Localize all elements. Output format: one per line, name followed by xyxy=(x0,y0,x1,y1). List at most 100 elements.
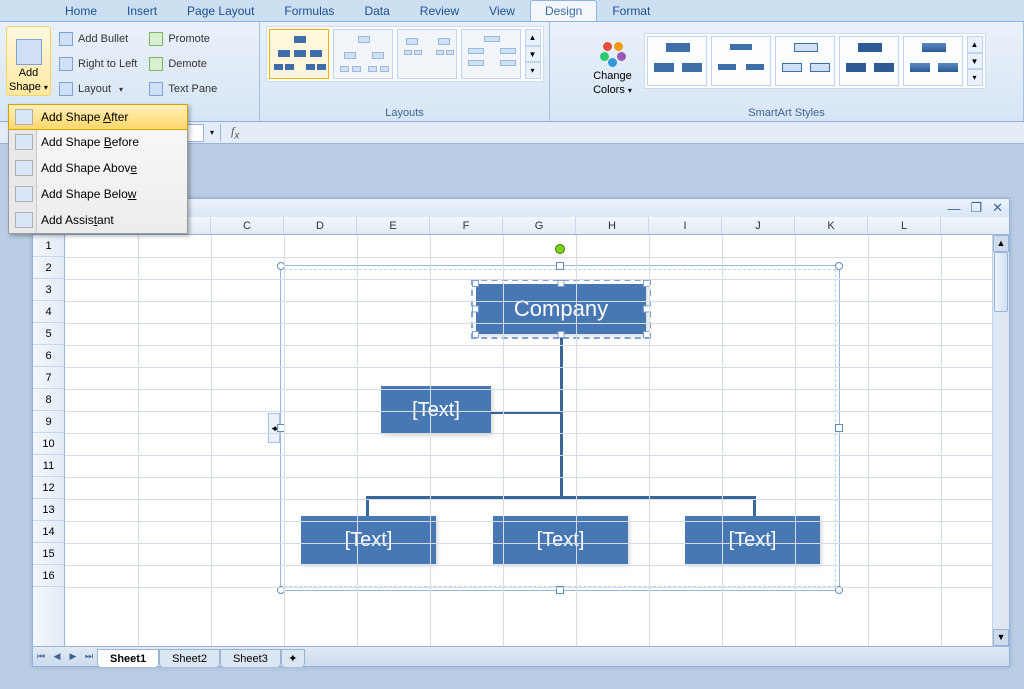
smartart-node-child[interactable]: [Text] xyxy=(685,516,820,564)
row-header[interactable]: 12 xyxy=(33,477,64,499)
row-header[interactable]: 3 xyxy=(33,279,64,301)
text-pane-button[interactable]: Text Pane xyxy=(145,78,221,100)
smartart-node-top[interactable]: Company xyxy=(476,284,646,334)
row-header[interactable]: 14 xyxy=(33,521,64,543)
promote-icon xyxy=(149,32,163,46)
resize-handle[interactable] xyxy=(835,424,843,432)
sheet-tab-3[interactable]: Sheet3 xyxy=(220,649,281,667)
win-close-icon[interactable]: ✕ xyxy=(992,200,1003,216)
formula-input[interactable] xyxy=(249,124,1024,142)
row-header[interactable]: 15 xyxy=(33,543,64,565)
gallery-scroll-up[interactable]: ▲ xyxy=(525,29,541,46)
add-shape-label-line1: Add xyxy=(19,67,39,79)
layout-thumb-4[interactable] xyxy=(461,29,521,79)
fx-icon[interactable]: fx xyxy=(220,124,249,141)
style-thumb-4[interactable] xyxy=(839,36,899,86)
style-thumb-1[interactable] xyxy=(647,36,707,86)
smartart-node-assistant[interactable]: [Text] xyxy=(381,386,491,434)
col-header[interactable]: H xyxy=(576,217,649,234)
tab-page-layout[interactable]: Page Layout xyxy=(172,0,269,21)
tab-review[interactable]: Review xyxy=(405,0,474,21)
style-thumb-2[interactable] xyxy=(711,36,771,86)
layouts-gallery-more: ▲ ▼ ▾ xyxy=(525,29,541,79)
smartart-node-child[interactable]: [Text] xyxy=(301,516,436,564)
win-minimize-icon[interactable]: — xyxy=(947,201,960,216)
resize-handle[interactable] xyxy=(835,262,843,270)
scroll-up-icon[interactable]: ▲ xyxy=(993,235,1009,252)
styles-expand[interactable]: ▾ xyxy=(967,69,983,86)
row-header[interactable]: 16 xyxy=(33,565,64,587)
gallery-expand[interactable]: ▾ xyxy=(525,62,541,79)
demote-icon xyxy=(149,57,163,71)
rotate-handle-icon[interactable] xyxy=(555,244,565,254)
scroll-down-icon[interactable]: ▼ xyxy=(993,629,1009,646)
sheet-nav-last[interactable]: ⏭ xyxy=(81,651,97,662)
row-header[interactable]: 6 xyxy=(33,345,64,367)
scroll-thumb[interactable] xyxy=(994,252,1008,312)
tab-design[interactable]: Design xyxy=(530,0,597,21)
style-thumb-5[interactable] xyxy=(903,36,963,86)
row-header[interactable]: 2 xyxy=(33,257,64,279)
cell-area[interactable]: ◂▸ xyxy=(65,235,1009,646)
tab-format[interactable]: Format xyxy=(597,0,665,21)
col-header[interactable]: L xyxy=(868,217,941,234)
resize-handle[interactable] xyxy=(556,262,564,270)
sheet-tab-1[interactable]: Sheet1 xyxy=(97,649,159,667)
row-header[interactable]: 13 xyxy=(33,499,64,521)
menu-add-shape-above[interactable]: Add Shape Above xyxy=(9,155,187,181)
row-header[interactable]: 1 xyxy=(33,235,64,257)
col-header[interactable]: D xyxy=(284,217,357,234)
gallery-scroll-down[interactable]: ▼ xyxy=(525,46,541,63)
tab-data[interactable]: Data xyxy=(349,0,404,21)
namebox-dropdown-icon[interactable]: ▾ xyxy=(204,128,220,137)
row-header[interactable]: 7 xyxy=(33,367,64,389)
col-header[interactable]: C xyxy=(211,217,284,234)
col-header[interactable]: G xyxy=(503,217,576,234)
menu-add-shape-after[interactable]: Add Shape After xyxy=(8,104,188,130)
row-header[interactable]: 9 xyxy=(33,411,64,433)
sheet-nav-next[interactable]: ▶ xyxy=(65,651,81,662)
style-thumb-3[interactable] xyxy=(775,36,835,86)
styles-scroll-down[interactable]: ▼ xyxy=(967,53,983,70)
tab-insert[interactable]: Insert xyxy=(112,0,172,21)
menu-add-shape-below[interactable]: Add Shape Below xyxy=(9,181,187,207)
styles-scroll-up[interactable]: ▲ xyxy=(967,36,983,53)
promote-button[interactable]: Promote xyxy=(145,28,221,50)
bullet-icon xyxy=(59,32,73,46)
col-header[interactable]: J xyxy=(722,217,795,234)
row-header[interactable]: 5 xyxy=(33,323,64,345)
layout-thumb-1[interactable] xyxy=(269,29,329,79)
tab-view[interactable]: View xyxy=(474,0,530,21)
demote-button[interactable]: Demote xyxy=(145,53,221,75)
col-header[interactable]: F xyxy=(430,217,503,234)
layout-button[interactable]: Layout▾ xyxy=(55,78,141,100)
spreadsheet-grid[interactable]: A B C D E F G H I J K L 1 2 3 4 5 6 7 8 … xyxy=(33,217,1009,646)
col-header[interactable]: I xyxy=(649,217,722,234)
col-header[interactable]: K xyxy=(795,217,868,234)
tab-home[interactable]: Home xyxy=(50,0,112,21)
row-header[interactable]: 10 xyxy=(33,433,64,455)
sheet-tab-2[interactable]: Sheet2 xyxy=(159,649,220,667)
row-header[interactable]: 11 xyxy=(33,455,64,477)
smartart-node-child[interactable]: [Text] xyxy=(493,516,628,564)
win-restore-icon[interactable]: ❐ xyxy=(970,200,982,216)
layout-thumb-2[interactable] xyxy=(333,29,393,79)
tab-formulas[interactable]: Formulas xyxy=(269,0,349,21)
sheet-nav-first[interactable]: ⏮ xyxy=(33,651,49,662)
vertical-scrollbar[interactable]: ▲ ▼ xyxy=(992,235,1009,646)
row-header[interactable]: 4 xyxy=(33,301,64,323)
add-shape-button[interactable]: Add Shape ▾ xyxy=(6,26,51,96)
menu-add-assistant[interactable]: Add Assistant xyxy=(9,207,187,233)
layout-thumb-3[interactable] xyxy=(397,29,457,79)
col-header[interactable]: E xyxy=(357,217,430,234)
ribbon-group-smartart-styles: Change Colors ▾ xyxy=(550,22,1024,121)
menu-add-shape-before[interactable]: Add Shape Before xyxy=(9,129,187,155)
add-bullet-button[interactable]: Add Bullet xyxy=(55,28,141,50)
right-to-left-button[interactable]: Right to Left xyxy=(55,53,141,75)
change-colors-button[interactable]: Change Colors ▾ xyxy=(588,26,638,96)
add-shape-label-line2: Shape xyxy=(9,81,41,93)
sheet-tab-new[interactable]: ✦ xyxy=(281,649,305,667)
sheet-nav-prev[interactable]: ◀ xyxy=(49,651,65,662)
row-header[interactable]: 8 xyxy=(33,389,64,411)
layouts-label: Layouts xyxy=(385,106,424,120)
